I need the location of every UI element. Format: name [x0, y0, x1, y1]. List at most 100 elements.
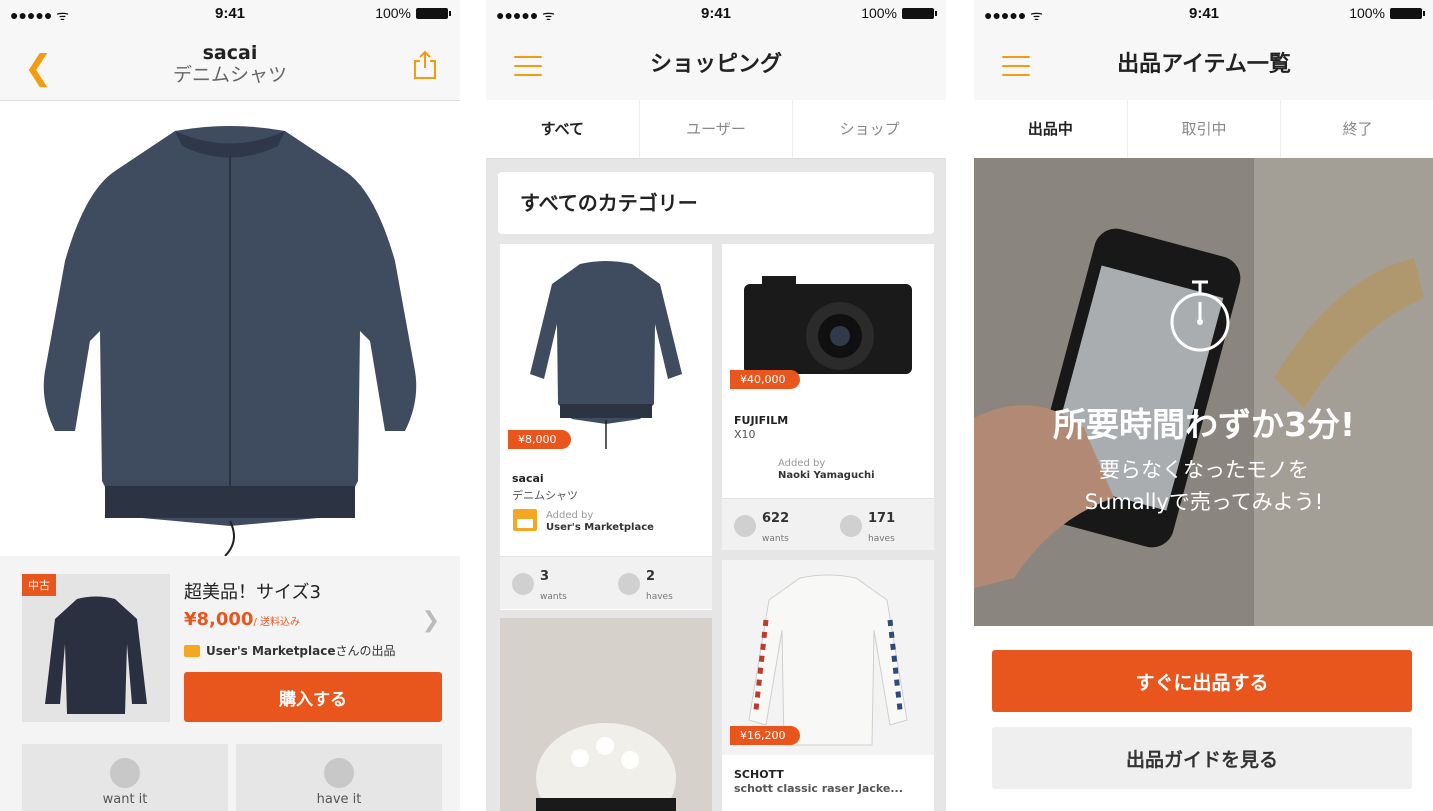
- product-name: デニムシャツ: [172, 64, 287, 86]
- product-image: [530, 261, 682, 449]
- list-now-button[interactable]: すぐに出品する: [992, 650, 1412, 712]
- back-chevron-icon[interactable]: ❮: [24, 48, 53, 88]
- haves-value: 2: [646, 569, 656, 584]
- product-card[interactable]: ¥16,200 SCHOTT schott classic raser Jack…: [722, 560, 934, 811]
- share-icon[interactable]: [412, 50, 438, 80]
- price-tag: ¥40,000: [730, 370, 800, 389]
- check-icon: [324, 758, 354, 788]
- tab-shops[interactable]: ショップ: [793, 100, 946, 158]
- segment-tabs: 出品中 取引中 終了: [974, 100, 1433, 159]
- haves-value: 171: [868, 511, 896, 526]
- heart-icon: [512, 573, 534, 595]
- hero-title: 所要時間わずか3分!: [1052, 405, 1355, 444]
- wants-label: wants: [762, 534, 789, 544]
- wants-label: wants: [540, 592, 567, 602]
- battery-icon: [1390, 7, 1425, 19]
- hero-line-2: Sumallyで売ってみよう!: [1084, 490, 1324, 514]
- battery-icon: [902, 7, 937, 19]
- nav-bar: 出品アイテム一覧: [974, 26, 1433, 101]
- listing-panel: 中古 超美品！サイズ3 ¥8,000/ 送料込み User's Marketpl…: [0, 556, 460, 811]
- brand-name: sacai: [202, 42, 258, 64]
- chevron-right-icon[interactable]: ❯: [422, 608, 440, 633]
- product-card[interactable]: ¥8,000 sacai デニムシャツ Added by User's Marke…: [500, 244, 712, 610]
- price-note: / 送料込み: [253, 617, 301, 628]
- segment-tabs: すべて ユーザー ショップ: [486, 100, 946, 159]
- added-by-name[interactable]: User's Marketplace: [546, 522, 654, 533]
- want-label: want it: [102, 792, 148, 807]
- card-stats: 3 wants 2 haves: [500, 556, 712, 609]
- tab-listing[interactable]: 出品中: [974, 100, 1128, 158]
- shopping-screen: ●●●●● ᯤ 9:41 100% ショッピング すべて ユーザー ショップ す…: [486, 0, 946, 811]
- haves-count[interactable]: 2 haves: [618, 565, 712, 603]
- haves-label: haves: [646, 592, 673, 602]
- have-label: have it: [316, 792, 362, 807]
- nav-bar: ショッピング: [486, 26, 946, 101]
- want-it-button[interactable]: want it: [22, 744, 228, 811]
- product-image[interactable]: [0, 101, 460, 557]
- seller-suffix: さんの出品: [335, 644, 396, 658]
- tab-users[interactable]: ユーザー: [640, 100, 794, 158]
- added-by-label: Added by: [778, 458, 826, 469]
- added-by-label: Added by: [546, 510, 594, 521]
- seller-line: User's Marketplaceさんの出品: [184, 642, 396, 659]
- card-name: デニムシャツ: [512, 489, 578, 502]
- product-card[interactable]: [500, 618, 712, 811]
- wants-value: 3: [540, 569, 550, 584]
- product-card[interactable]: ¥40,000 FUJIFILM X10 Added by Naoki Yamag…: [722, 244, 934, 550]
- card-name: X10: [734, 428, 756, 441]
- card-brand: sacai: [512, 472, 544, 485]
- price-tag: ¥16,200: [730, 726, 800, 745]
- check-icon: [618, 573, 640, 595]
- page-title: sacai デニムシャツ: [80, 42, 380, 86]
- listing-price: ¥8,000/ 送料込み: [184, 609, 300, 630]
- listings-screen: ●●●●● ᯤ 9:41 100% 出品アイテム一覧 出品中 取引中 終了 所要…: [974, 0, 1433, 811]
- card-stats: 622 wants 171 haves: [722, 498, 934, 550]
- card-name: schott classic raser Jacke...: [734, 782, 903, 795]
- product-detail-screen: ●●●●● ᯤ 9:41 100% ❮ sacai デニムシャツ 中古 超美品！…: [0, 0, 460, 811]
- category-selector[interactable]: すべてのカテゴリー: [498, 172, 934, 234]
- status-bar: ●●●●● ᯤ 9:41 100%: [0, 0, 460, 26]
- shop-icon: [184, 644, 200, 657]
- tab-in-trade[interactable]: 取引中: [1128, 100, 1282, 158]
- buy-button[interactable]: 購入する: [184, 672, 442, 722]
- stopwatch-icon: [1170, 280, 1230, 352]
- wants-value: 622: [762, 511, 790, 526]
- heart-icon: [734, 515, 756, 537]
- shop-icon: [513, 509, 537, 531]
- product-image: [500, 618, 712, 811]
- hero-image: [974, 158, 1433, 626]
- nav-bar: ❮ sacai デニムシャツ: [0, 26, 460, 101]
- battery-icon: [416, 7, 451, 19]
- seller-name: User's Marketplace: [206, 644, 336, 658]
- status-bar: ●●●●● ᯤ 9:41 100%: [486, 0, 946, 26]
- added-by-name[interactable]: Naoki Yamaguchi: [778, 470, 875, 481]
- tab-ended[interactable]: 終了: [1281, 100, 1433, 158]
- card-brand: SCHOTT: [734, 768, 784, 781]
- listing-guide-button[interactable]: 出品ガイドを見る: [992, 727, 1412, 789]
- wants-count[interactable]: 622 wants: [734, 507, 834, 545]
- listing-title: 超美品！サイズ3: [184, 582, 321, 603]
- check-icon: [840, 515, 862, 537]
- tab-all[interactable]: すべて: [486, 100, 640, 158]
- battery-percent: 100%: [1349, 5, 1385, 21]
- battery-percent: 100%: [375, 5, 411, 21]
- have-it-button[interactable]: have it: [236, 744, 442, 811]
- heart-icon: [110, 758, 140, 788]
- battery-percent: 100%: [861, 5, 897, 21]
- page-title: ショッピング: [649, 52, 782, 77]
- card-brand: FUJIFILM: [734, 414, 789, 427]
- status-bar: ●●●●● ᯤ 9:41 100%: [974, 0, 1433, 26]
- hero-subtitle: 要らなくなったモノを Sumallyで売ってみよう!: [974, 454, 1433, 518]
- promo-hero: 所要時間わずか3分! 要らなくなったモノを Sumallyで売ってみよう!: [974, 158, 1433, 626]
- hamburger-menu-icon[interactable]: [514, 56, 542, 76]
- haves-label: haves: [868, 534, 895, 544]
- price-tag: ¥8,000: [508, 430, 571, 449]
- haves-count[interactable]: 171 haves: [840, 507, 934, 545]
- hamburger-menu-icon[interactable]: [1002, 56, 1030, 76]
- condition-tag: 中古: [22, 574, 56, 596]
- hero-line-1: 要らなくなったモノを: [1099, 458, 1309, 482]
- listing-thumbnail[interactable]: 中古: [22, 574, 170, 722]
- wants-count[interactable]: 3 wants: [512, 565, 612, 603]
- page-title: 出品アイテム一覧: [1117, 52, 1291, 77]
- price-value: ¥8,000: [184, 609, 254, 630]
